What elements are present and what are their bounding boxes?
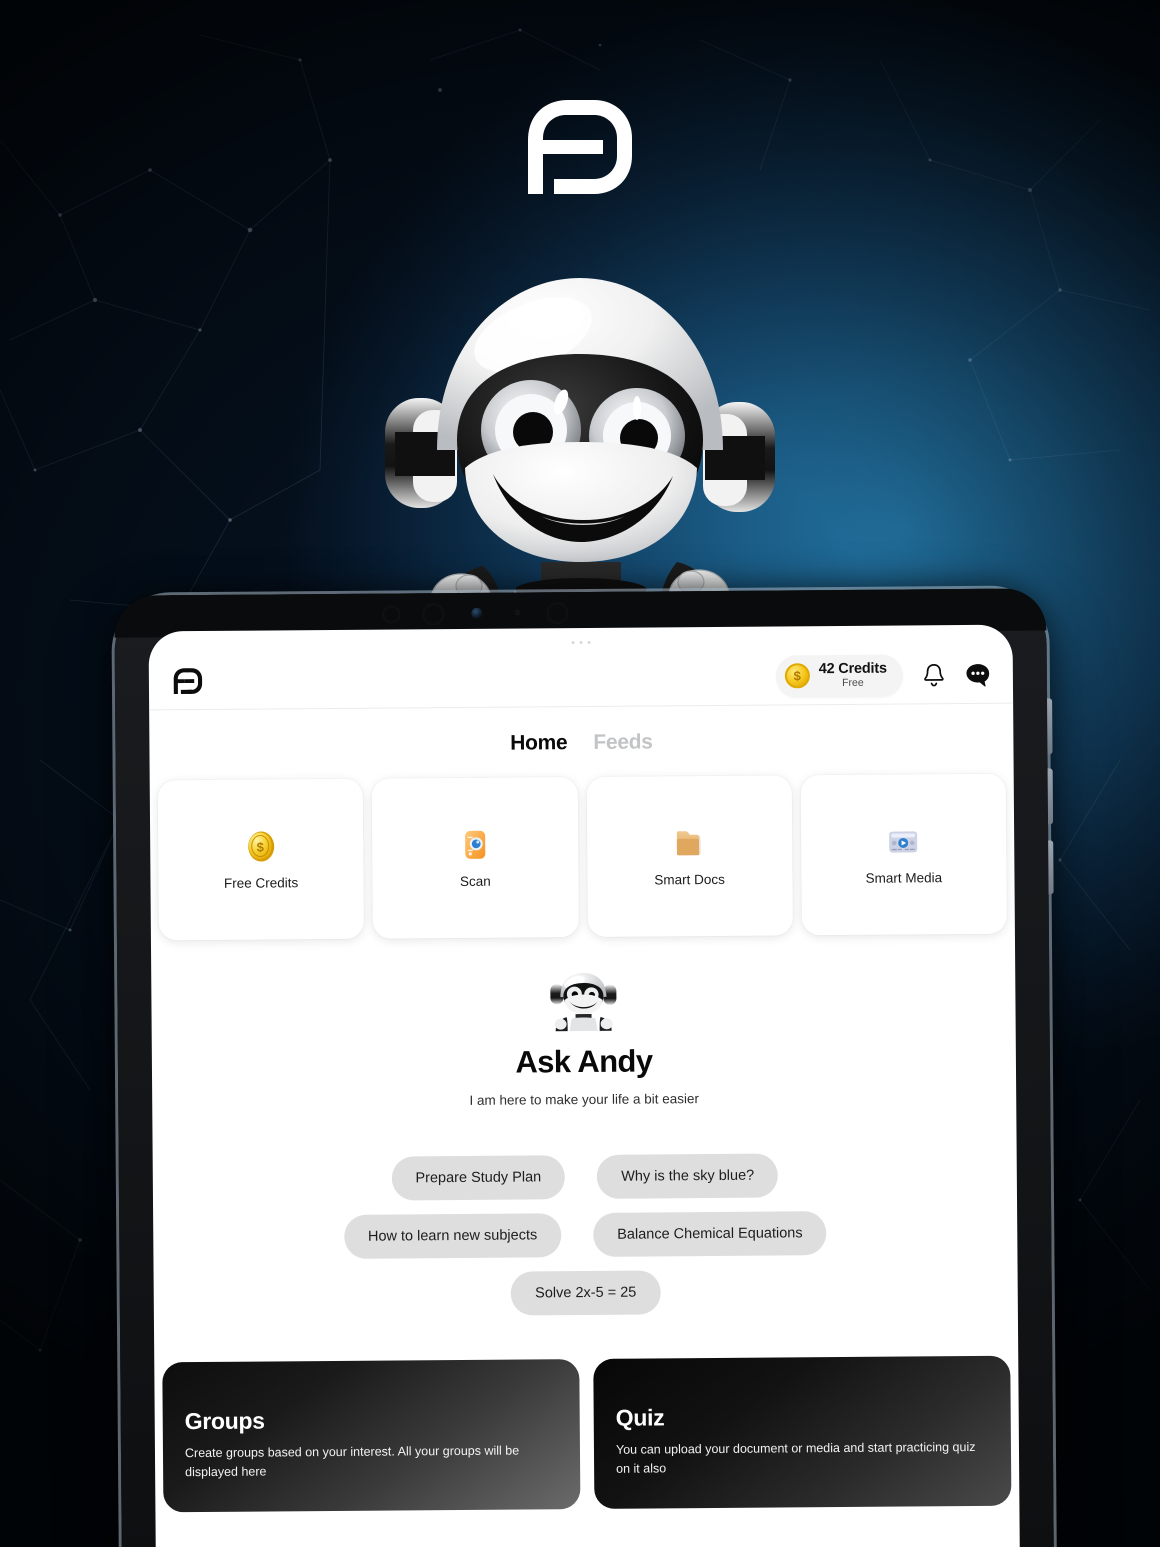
robot-avatar-icon[interactable] bbox=[547, 970, 619, 1033]
bell-icon bbox=[924, 663, 944, 687]
tab-feeds[interactable]: Feeds bbox=[593, 730, 652, 754]
phone-power-button[interactable] bbox=[1048, 840, 1054, 895]
suggestion-chip[interactable]: Why is the sky blue? bbox=[597, 1153, 779, 1199]
quick-action-label: Smart Docs bbox=[654, 871, 725, 888]
promo-title: Groups bbox=[184, 1407, 265, 1435]
sensor-icon bbox=[514, 609, 521, 616]
credits-amount: 42 Credits bbox=[818, 660, 887, 678]
app-header: $ 42 Credits Free bbox=[149, 641, 1013, 710]
credits-plan: Free bbox=[842, 676, 864, 690]
suggestion-chip[interactable]: Solve 2x-5 = 25 bbox=[510, 1270, 661, 1316]
fd-monogram-logo[interactable] bbox=[171, 666, 205, 696]
suggestion-chips: Prepare Study Plan Why is the sky blue? … bbox=[152, 1104, 1018, 1319]
front-camera bbox=[546, 602, 569, 625]
promo-title: Quiz bbox=[615, 1404, 665, 1431]
scan-icon bbox=[465, 830, 486, 859]
suggestion-chip-row: How to learn new subjects Balance Chemic… bbox=[213, 1210, 957, 1260]
tab-home[interactable]: Home bbox=[510, 731, 567, 755]
chat-button[interactable] bbox=[965, 661, 991, 689]
promo-description: Create groups based on your interest. Al… bbox=[184, 1443, 520, 1479]
quick-action-label: Smart Media bbox=[865, 870, 943, 886]
robot-mascot bbox=[385, 278, 775, 630]
fd-monogram-logo bbox=[528, 100, 632, 194]
chat-bubble-icon bbox=[966, 664, 990, 687]
tab-bar: Home Feeds bbox=[149, 704, 1013, 777]
phone-volume-button[interactable] bbox=[1047, 768, 1054, 825]
promo-cards-row: Groups Create groups based on your inter… bbox=[154, 1312, 1019, 1513]
promo-card-quiz[interactable]: Quiz You can upload your document or med… bbox=[593, 1355, 1012, 1509]
suggestion-chip[interactable]: Prepare Study Plan bbox=[391, 1155, 566, 1201]
quick-action-free-credits[interactable]: $ Free Credits bbox=[157, 778, 365, 941]
quick-action-label: Free Credits bbox=[223, 875, 299, 891]
gold-coin-icon: $ bbox=[784, 663, 810, 689]
credits-badge[interactable]: $ 42 Credits Free bbox=[775, 654, 904, 698]
quick-action-label: Scan bbox=[459, 873, 491, 889]
media-player-icon bbox=[889, 831, 918, 853]
suggestion-chip-row: Prepare Study Plan Why is the sky blue? bbox=[213, 1152, 957, 1202]
phone-volume-button[interactable] bbox=[1047, 698, 1053, 755]
suggestion-chip[interactable]: Balance Chemical Equations bbox=[593, 1211, 827, 1257]
quick-action-scan[interactable]: Scan bbox=[371, 777, 579, 939]
gold-coin-icon: $ bbox=[247, 831, 274, 862]
phone-device-mockup: $ 42 Credits Free Home Feeds $ Free Cred… bbox=[114, 588, 1054, 1547]
front-camera bbox=[422, 603, 445, 626]
quick-action-smart-docs[interactable]: Smart Docs bbox=[586, 775, 793, 937]
assistant-section: Ask Andy I am here to make your life a b… bbox=[151, 934, 1016, 1111]
front-camera bbox=[382, 605, 401, 624]
quick-action-smart-media[interactable]: Smart Media bbox=[800, 773, 1007, 936]
hero-scene: $ 42 Credits Free Home Feeds $ Free Cred… bbox=[0, 0, 1160, 1547]
notification-button[interactable] bbox=[921, 661, 947, 689]
suggestion-chip[interactable]: How to learn new subjects bbox=[343, 1213, 562, 1259]
promo-card-groups[interactable]: Groups Create groups based on your inter… bbox=[162, 1359, 581, 1513]
suggestion-chip-row: Solve 2x-5 = 25 bbox=[214, 1268, 958, 1318]
promo-description: You can upload your document or media an… bbox=[615, 1439, 976, 1476]
header-actions: $ 42 Credits Free bbox=[775, 654, 991, 698]
quick-actions-row: $ Free Credits Scan Smart Docs Smart Med… bbox=[150, 770, 1015, 941]
folder-icon bbox=[676, 831, 701, 856]
sensor-icon bbox=[471, 607, 483, 619]
phone-screen: $ 42 Credits Free Home Feeds $ Free Cred… bbox=[148, 624, 1020, 1547]
svg-text:$: $ bbox=[256, 840, 264, 855]
assistant-title: Ask Andy bbox=[515, 1043, 653, 1080]
